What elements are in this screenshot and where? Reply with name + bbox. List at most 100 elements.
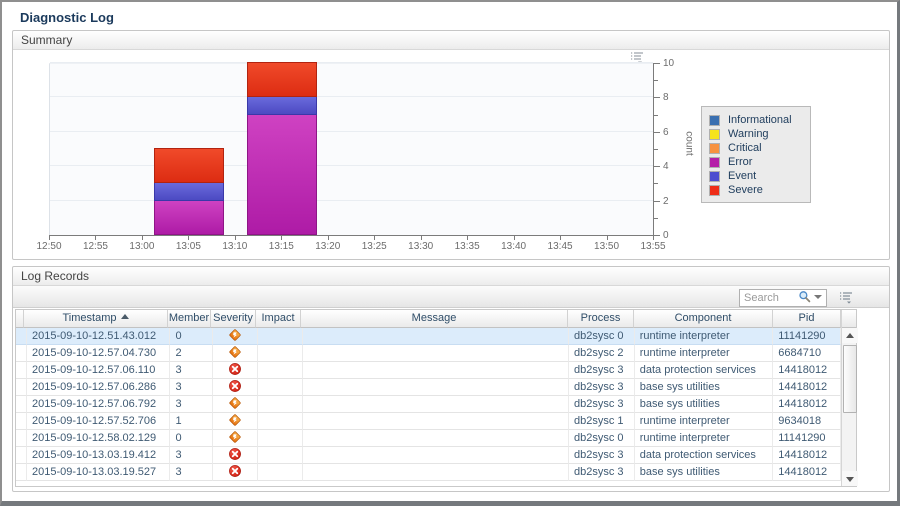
log-records-panel-title: Log Records: [13, 267, 889, 286]
legend-swatch-icon: [709, 170, 720, 182]
column-header-timestamp[interactable]: Timestamp: [24, 310, 168, 328]
y-tick: [654, 131, 660, 133]
legend-swatch-icon: [709, 114, 720, 126]
x-tick: [467, 236, 469, 240]
x-tick: [420, 236, 422, 240]
y-tick-label: 0: [663, 230, 669, 241]
log-record-row[interactable]: 2015-09-10-13.03.19.412 3 db2sysc 3 data pr…: [16, 447, 841, 464]
cell-component: runtime interpreter: [634, 345, 774, 362]
y-tick-label: 8: [663, 92, 669, 104]
cell-component: base sys utilities: [634, 379, 774, 396]
bar-segment-event: [154, 182, 225, 201]
summary-chart: 12:50 12:55 13:00 13:05 13:10 13:15 13:20 13:25…: [13, 50, 889, 259]
x-tick: [188, 236, 190, 240]
diagnostic-log-window: Diagnostic Log Summary 12:50 12:55 13:00 13…: [0, 0, 900, 506]
gridline: [50, 96, 653, 98]
row-gutter: [16, 379, 27, 396]
severity-error-icon: [213, 379, 259, 396]
cell-impact: [258, 396, 304, 413]
cell-message: [303, 430, 569, 447]
cell-pid: 11141290: [773, 430, 841, 447]
legend-label: Informational: [728, 114, 792, 126]
vertical-scrollbar[interactable]: [841, 310, 858, 486]
scrollbar-thumb[interactable]: [843, 345, 857, 413]
cell-process: db2sysc 3: [568, 379, 635, 396]
grid-customize-icon[interactable]: [838, 290, 855, 309]
log-record-row[interactable]: 2015-09-10-12.57.06.110 3 db2sysc 3 data pr…: [16, 362, 841, 379]
x-tick: [95, 236, 97, 240]
cell-timestamp: 2015-09-10-13.03.19.412: [27, 447, 171, 464]
cell-pid: 14418012: [773, 396, 841, 413]
cell-message: [303, 328, 569, 345]
column-header-severity[interactable]: Severity: [211, 310, 256, 328]
log-record-row[interactable]: 2015-09-10-12.58.02.129 0 db2sysc 0 runtime…: [16, 430, 841, 447]
cell-process: db2sysc 0: [568, 430, 635, 447]
column-header-impact[interactable]: Impact: [256, 310, 301, 328]
cell-message: [303, 345, 569, 362]
log-record-row[interactable]: 2015-09-10-12.57.52.706 1 db2sysc 1 runtime…: [16, 413, 841, 430]
x-tick: [49, 236, 50, 240]
cell-process: db2sysc 2: [568, 345, 635, 362]
bar-segment-severe: [154, 148, 225, 184]
x-tick-label: 13:10: [222, 241, 248, 252]
legend-item-informational: Informational: [709, 113, 802, 127]
x-tick: [141, 236, 143, 240]
cell-member: 3: [170, 447, 214, 464]
gridline: [50, 130, 653, 132]
log-record-row[interactable]: 2015-09-10-12.57.04.730 2 db2sysc 2 runtime…: [16, 345, 841, 362]
search-options-caret-icon[interactable]: [814, 295, 822, 299]
column-header-component[interactable]: Component: [634, 310, 773, 328]
cell-timestamp: 2015-09-10-12.57.06.792: [27, 396, 171, 413]
x-tick-label: 12:50: [36, 241, 62, 252]
bar-segment-event: [247, 96, 318, 115]
log-record-row[interactable]: 2015-09-10-13.03.19.527 3 db2sysc 3 base sy…: [16, 464, 841, 481]
cell-pid: 6684710: [773, 345, 841, 362]
search-icon[interactable]: [798, 290, 811, 308]
bar-segment-severe: [247, 62, 318, 98]
x-tick-label: 13:25: [361, 241, 387, 252]
legend-item-warning: Warning: [709, 127, 802, 141]
legend-swatch-icon: [709, 156, 720, 168]
cell-timestamp: 2015-09-10-13.03.19.527: [27, 464, 171, 481]
y-tick: [654, 235, 660, 236]
gridline: [50, 165, 653, 167]
severity-warning-icon: [213, 413, 259, 430]
cell-member: 0: [170, 328, 214, 345]
column-header-pid[interactable]: Pid: [773, 310, 841, 328]
grid-body: 2015-09-10-12.51.43.012 0 db2sysc 0 runtime…: [16, 328, 841, 481]
legend-swatch-icon: [709, 142, 720, 154]
column-header-member[interactable]: Member: [168, 310, 211, 328]
severity-error-icon: [213, 447, 259, 464]
y-axis-title: count: [683, 131, 695, 156]
log-record-row[interactable]: 2015-09-10-12.57.06.286 3 db2sysc 3 base sy…: [16, 379, 841, 396]
cell-timestamp: 2015-09-10-12.57.04.730: [27, 345, 171, 362]
cell-process: db2sysc 3: [568, 362, 635, 379]
legend-label: Error: [728, 156, 753, 168]
x-tick: [513, 236, 515, 240]
cell-impact: [258, 430, 304, 447]
log-record-row[interactable]: 2015-09-10-12.57.06.792 3 db2sysc 3 base sy…: [16, 396, 841, 413]
severity-warning-icon: [213, 430, 259, 447]
log-record-row[interactable]: 2015-09-10-12.51.43.012 0 db2sysc 0 runtime…: [16, 328, 841, 345]
y-tick: [654, 80, 658, 82]
scroll-down-button[interactable]: [842, 471, 858, 486]
cell-component: runtime interpreter: [634, 430, 774, 447]
cell-impact: [258, 379, 304, 396]
column-header-message[interactable]: Message: [301, 310, 568, 328]
cell-timestamp: 2015-09-10-12.57.52.706: [27, 413, 171, 430]
x-tick: [327, 236, 329, 240]
cell-timestamp: 2015-09-10-12.51.43.012: [27, 328, 171, 345]
cell-message: [303, 413, 569, 430]
cell-member: 1: [170, 413, 214, 430]
cell-message: [303, 396, 569, 413]
y-tick-label: 2: [663, 195, 669, 207]
summary-panel-title: Summary: [13, 31, 889, 50]
scroll-up-button[interactable]: [842, 328, 858, 343]
x-tick: [560, 236, 562, 240]
cell-message: [303, 379, 569, 396]
legend-swatch-icon: [709, 128, 720, 140]
cell-component: base sys utilities: [634, 464, 774, 481]
column-header-process[interactable]: Process: [568, 310, 634, 328]
cell-pid: 14418012: [773, 464, 841, 481]
y-tick: [654, 114, 658, 116]
